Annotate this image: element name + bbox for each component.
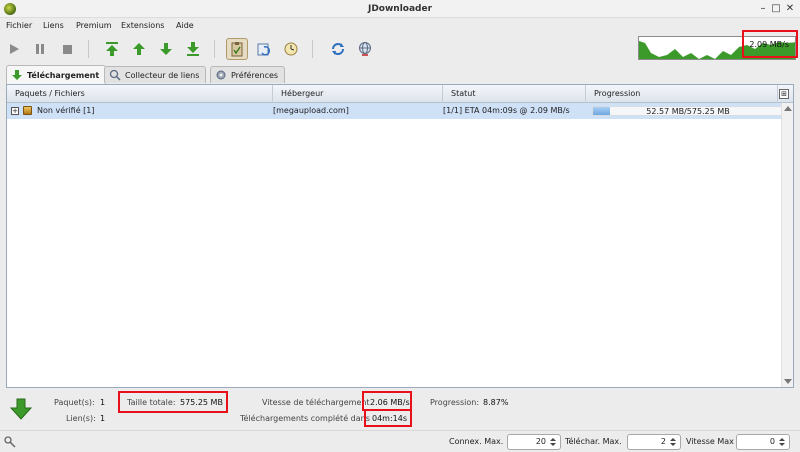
tab-label: Préférences: [231, 70, 279, 80]
link-collector-icon: [109, 69, 121, 81]
expand-package-button[interactable]: +: [11, 107, 19, 115]
toolbar-separator: [214, 40, 215, 58]
vertical-scrollbar[interactable]: [781, 103, 793, 387]
globe-icon: [359, 42, 371, 56]
move-up-icon: [133, 43, 145, 55]
minimize-button[interactable]: –: [756, 2, 770, 16]
package-name: Non vérifié [1]: [37, 106, 95, 115]
package-status: [1/1] ETA 04m:09s @ 2.09 MB/s: [443, 106, 570, 115]
menu-premium[interactable]: Premium: [76, 21, 112, 30]
max-downloads-label: Téléchar. Max.: [565, 437, 622, 446]
move-down-button[interactable]: [155, 38, 177, 60]
download-table: Paquets / Fichiers Hébergeur Statut Prog…: [6, 84, 794, 388]
stop-button[interactable]: [56, 38, 78, 60]
highlight-box: [742, 30, 798, 58]
package-icon: [23, 106, 32, 115]
stop-icon: [63, 45, 72, 54]
title-bar: JDownloader – □ ✕: [0, 0, 800, 18]
max-connections-spinner[interactable]: 20: [507, 434, 561, 450]
move-to-bottom-button[interactable]: [182, 38, 204, 60]
reconnect-button[interactable]: [253, 38, 275, 60]
toolbar-separator: [88, 40, 89, 58]
play-button[interactable]: [3, 38, 25, 60]
max-downloads-spinner[interactable]: 2: [627, 434, 681, 450]
links-label: Lien(s):: [66, 414, 96, 423]
play-icon: [10, 44, 19, 54]
menu-fichier[interactable]: Fichier: [6, 21, 32, 30]
progress-text: 52.57 MB/575.25 MB: [646, 107, 730, 116]
progress-value: 8.87%: [483, 398, 509, 407]
move-top-icon: [106, 42, 118, 56]
update-button[interactable]: [280, 38, 302, 60]
spinner-arrows-icon[interactable]: [550, 438, 557, 447]
download-arrow-icon: [11, 69, 23, 81]
highlight-box: [362, 391, 412, 411]
links-value: 1: [100, 414, 106, 423]
scroll-down-arrow-icon[interactable]: [784, 379, 792, 384]
highlight-box: [364, 409, 412, 427]
column-header-hebergeur[interactable]: Hébergeur: [273, 85, 443, 103]
max-downloads-value: 2: [660, 437, 666, 446]
table-header: Paquets / Fichiers Hébergeur Statut Prog…: [7, 85, 793, 103]
maximize-button[interactable]: □: [769, 2, 783, 16]
tab-telechargement[interactable]: Téléchargement: [6, 65, 107, 84]
packages-label: Paquet(s):: [54, 398, 95, 407]
complete-in-label: Téléchargements complété dans: [240, 414, 370, 423]
download-speed-label: Vitesse de téléchargement: [262, 398, 370, 407]
pause-icon: [36, 44, 44, 54]
menu-aide[interactable]: Aide: [176, 21, 194, 30]
menu-liens[interactable]: Liens: [43, 21, 64, 30]
settings-icon: [215, 69, 227, 81]
status-panel: Paquet(s): 1 Lien(s): 1 Taille totale: 5…: [0, 388, 800, 430]
column-chooser-button[interactable]: ⊞: [779, 89, 789, 99]
package-progress-bar: 52.57 MB/575.25 MB: [592, 106, 782, 116]
column-header-statut[interactable]: Statut: [443, 85, 586, 103]
big-download-arrow-icon: [10, 398, 32, 420]
clipboard-icon: [231, 42, 243, 57]
move-bottom-icon: [187, 42, 199, 56]
max-speed-value: 0: [769, 437, 775, 446]
column-header-progression[interactable]: Progression: [586, 85, 778, 103]
column-header-paquets[interactable]: Paquets / Fichiers: [7, 85, 273, 103]
tab-label: Collecteur de liens: [125, 70, 200, 80]
toolbar-separator: [312, 40, 313, 58]
table-row[interactable]: + Non vérifié [1] [megaupload.com] [1/1]…: [7, 103, 793, 119]
refresh-button[interactable]: [327, 38, 349, 60]
move-to-top-button[interactable]: [101, 38, 123, 60]
clipboard-observer-button[interactable]: [226, 38, 248, 60]
refresh-icon: [332, 43, 344, 55]
update-icon: [284, 42, 298, 56]
tab-bar: Téléchargement Collecteur de liens Préfé…: [0, 64, 800, 84]
tab-label: Téléchargement: [27, 70, 100, 80]
tab-collecteur-de-liens[interactable]: Collecteur de liens: [104, 66, 207, 83]
scroll-up-arrow-icon[interactable]: [784, 106, 792, 111]
globe-button[interactable]: [354, 38, 376, 60]
spinner-arrows-icon[interactable]: [670, 438, 677, 447]
menu-bar: Fichier Liens Premium Extensions Aide: [0, 18, 800, 34]
max-speed-label: Vitesse Max: [686, 437, 734, 446]
tab-preferences[interactable]: Préférences: [210, 66, 286, 83]
reconnect-icon: [257, 43, 271, 56]
jdownloader-window: JDownloader – □ ✕ Fichier Liens Premium …: [0, 0, 800, 452]
highlight-box: [118, 391, 228, 413]
pause-button[interactable]: [29, 38, 51, 60]
packages-value: 1: [100, 398, 106, 407]
max-connections-label: Connex. Max.: [449, 437, 504, 446]
max-connections-value: 20: [535, 437, 546, 446]
window-title: JDownloader: [367, 4, 433, 14]
menu-extensions[interactable]: Extensions: [121, 21, 164, 30]
progress-label: Progression:: [430, 398, 480, 407]
spinner-arrows-icon[interactable]: [779, 438, 786, 447]
package-host: [megaupload.com]: [273, 106, 349, 115]
close-button[interactable]: ✕: [783, 2, 797, 16]
move-down-icon: [160, 43, 172, 55]
max-speed-spinner[interactable]: 0: [736, 434, 790, 450]
bottom-bar: Connex. Max. 20 Téléchar. Max. 2 Vitesse…: [0, 430, 800, 452]
move-up-button[interactable]: [128, 38, 150, 60]
premium-key-icon[interactable]: [4, 436, 16, 448]
